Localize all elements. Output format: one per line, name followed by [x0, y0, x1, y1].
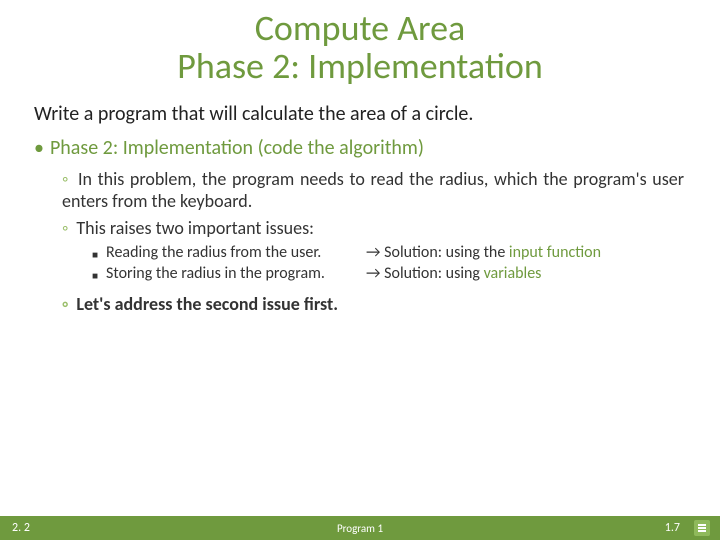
- slide-title: Compute Area Phase 2: Implementation: [0, 0, 720, 86]
- issue-2-keyword: variables: [484, 264, 542, 283]
- slide: { "title_line1": "Compute Area", "title_…: [0, 0, 720, 540]
- subpoint-2-text: This raises two important issues:: [76, 217, 314, 239]
- issue-2-right: → Solution: using variables: [366, 264, 541, 283]
- phase-heading: •Phase 2: Implementation (code the algor…: [34, 136, 720, 160]
- subpoint-2: ◦ This raises two important issues:: [62, 217, 684, 240]
- footer-center: Program 1: [0, 522, 720, 535]
- issue-1-right: → Solution: using the input function: [366, 243, 601, 262]
- issue-1-keyword: input function: [509, 243, 601, 262]
- issue-1-left: Reading the radius from the user.: [106, 243, 366, 262]
- issue-row-1: ■ Reading the radius from the user. → So…: [92, 243, 684, 262]
- ring-bullet-icon: ◦: [62, 217, 68, 239]
- ring-bullet-icon: ◦: [62, 168, 70, 190]
- square-bullet-icon: ■: [92, 248, 98, 267]
- square-bullet-icon: ■: [92, 269, 98, 288]
- subpoint-1-text: In this problem, the program needs to re…: [62, 168, 684, 213]
- intro-text: Write a program that will calculate the …: [34, 102, 720, 126]
- issue-1-right-prefix: → Solution: using the: [366, 243, 509, 262]
- issue-2-right-prefix: → Solution: using: [366, 264, 484, 283]
- issue-2-left: Storing the radius in the program.: [106, 264, 366, 283]
- subpoint-1: ◦In this problem, the program needs to r…: [62, 168, 684, 213]
- title-line-2: Phase 2: Implementation: [177, 44, 543, 88]
- footer-page-number: 1.7: [665, 521, 680, 535]
- menu-icon[interactable]: [694, 520, 710, 536]
- subpoint-3: ◦ Let's address the second issue first.: [62, 293, 684, 316]
- phase-heading-text: Phase 2: Implementation (code the algori…: [50, 136, 424, 160]
- bullet-dot-icon: •: [34, 136, 44, 160]
- ring-bullet-icon: ◦: [62, 293, 68, 315]
- footer-section: 2. 2: [12, 521, 30, 535]
- slide-footer: 2. 2 Program 1 1.7: [0, 516, 720, 540]
- subpoint-3-text: Let's address the second issue first.: [76, 293, 338, 315]
- issue-row-2: ■ Storing the radius in the program. → S…: [92, 264, 684, 283]
